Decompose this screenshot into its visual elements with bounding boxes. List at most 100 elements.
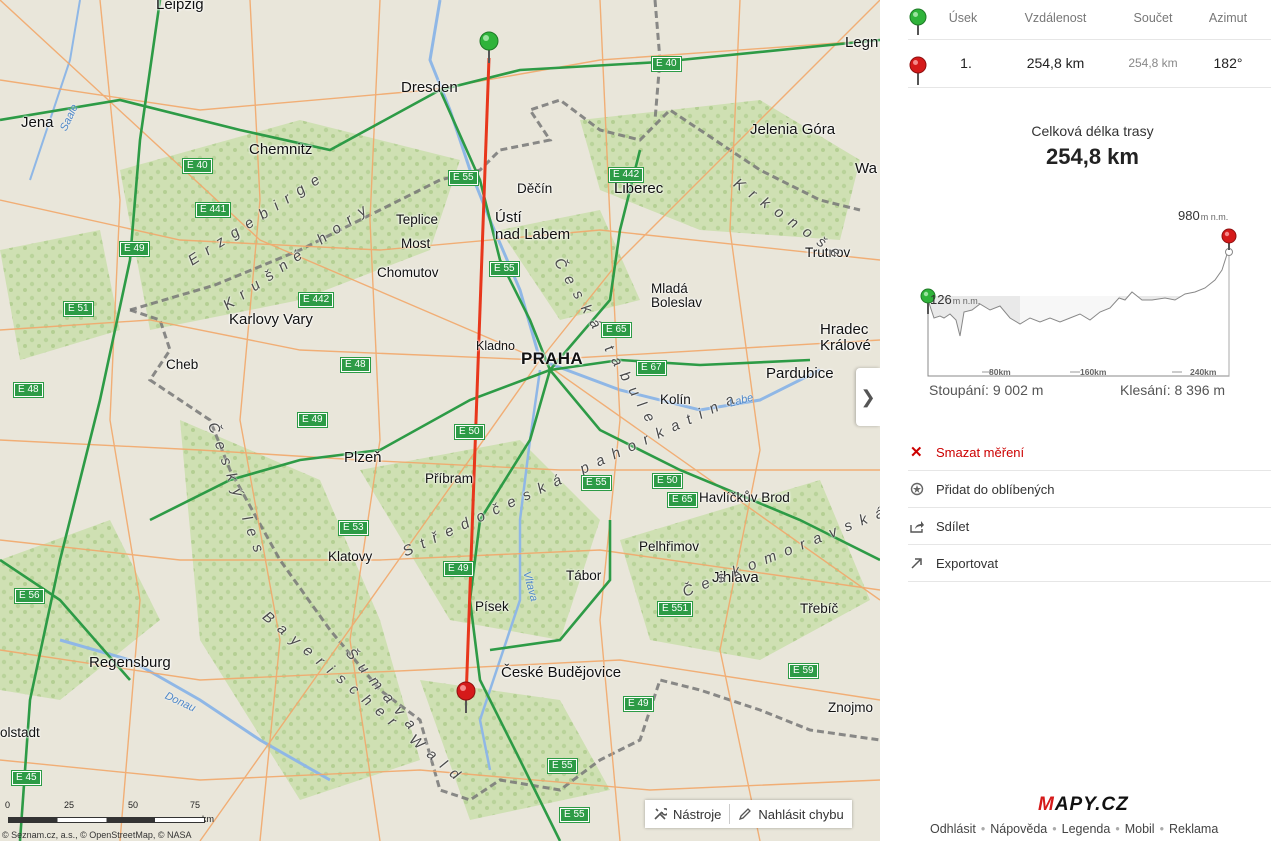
total-length-label: Celková délka trasy	[1031, 123, 1154, 139]
place-label: Most	[401, 236, 431, 251]
action-label: Smazat měření	[936, 444, 1025, 460]
place-label: Pelhřimov	[639, 539, 700, 554]
export-button[interactable]: Exportovat	[908, 545, 1271, 582]
place-label: Hradec	[820, 321, 869, 338]
road-shield: E 48	[13, 382, 44, 398]
scale-tick: 50	[128, 800, 139, 810]
tools-icon	[654, 808, 667, 820]
road-shield: E 55	[489, 261, 520, 277]
footer-link-logout[interactable]: Odhlásit	[930, 822, 976, 836]
road-shield: E 49	[443, 561, 474, 577]
place-label: Kolín	[660, 392, 691, 407]
place-label: Jelenia Góra	[750, 121, 836, 138]
elevation-profile-chart	[920, 228, 1237, 377]
place-label: Klatovy	[328, 549, 373, 564]
map-toolbar: Nástroje Nahlásit chybu	[645, 800, 852, 828]
road-shield: E 442	[607, 167, 645, 183]
share-icon	[908, 520, 936, 533]
descent-stat: Klesání: 8 396 m	[1120, 382, 1226, 398]
profile-max-unit: m n.m.	[1200, 212, 1229, 222]
footer-link-mobile[interactable]: Mobil	[1125, 822, 1155, 836]
place-label: Legn	[845, 34, 879, 51]
profile-tick: 80km	[989, 367, 1011, 377]
actions-list: ✕ Smazat měření Přidat do oblíbených Sdí…	[908, 434, 1271, 582]
map-canvas[interactable]: Leipzig Dresden Jena Chemnitz Legn Jelen…	[0, 0, 880, 841]
delete-measurement-button[interactable]: ✕ Smazat měření	[908, 434, 1271, 471]
place-label: Pardubice	[766, 365, 834, 382]
map-copyright: © Seznam.cz, a.s., © OpenStreetMap, © NA…	[2, 830, 192, 840]
road-shield: E 48	[340, 357, 371, 373]
measurement-panel: Úsek Vzdálenost Součet Azimut 1. 254,8 k…	[880, 0, 1271, 841]
place-label: Příbram	[425, 471, 474, 486]
column-azimuth: Azimut	[1208, 11, 1248, 25]
report-error-label: Nahlásit chybu	[758, 806, 844, 822]
place-label: Liberec	[614, 180, 664, 197]
road-shield: E 45	[11, 770, 42, 786]
place-label: České Budějovice	[501, 664, 622, 681]
segment-distance: 254,8 km	[1026, 55, 1085, 71]
footer-link-help[interactable]: Nápověda	[990, 822, 1047, 836]
scale-tick: 25	[64, 800, 75, 810]
segment-sum: 254,8 km	[1128, 56, 1178, 70]
road-shield: E 441	[194, 202, 232, 218]
profile-tick: 240km	[1190, 367, 1217, 377]
place-label: Chomutov	[377, 265, 439, 280]
place-label: Teplice	[396, 212, 439, 227]
action-label: Sdílet	[936, 518, 970, 534]
segment-row: 1. 254,8 km 254,8 km 182°	[908, 40, 1271, 88]
separator-dot: •	[1115, 822, 1120, 836]
mapy-cz-logo[interactable]: MAPY.CZ	[1038, 794, 1129, 816]
footer-links: Odhlásit • Nápověda • Legenda • Mobil • Reklama	[930, 822, 1218, 836]
start-pin-icon[interactable]	[477, 30, 501, 64]
footer-link-ads[interactable]: Reklama	[1169, 822, 1218, 836]
place-label: nad Labem	[495, 226, 571, 243]
tools-button[interactable]: Nástroje	[645, 800, 729, 828]
segment-azimuth: 182°	[1213, 55, 1243, 71]
road-shield: E 40	[651, 56, 682, 72]
end-pin-icon	[1221, 228, 1237, 250]
road-shield: E 53	[338, 520, 369, 536]
scale-bar	[8, 817, 205, 823]
road-shield: E 40	[182, 158, 213, 174]
separator-dot: •	[1052, 822, 1057, 836]
segment-index: 1.	[960, 55, 972, 71]
place-label: Tábor	[566, 568, 602, 583]
add-favorite-button[interactable]: Přidat do oblíbených	[908, 471, 1271, 508]
action-label: Přidat do oblíbených	[936, 481, 1055, 497]
place-label-capital: PRAHA	[521, 349, 583, 368]
place-label: Leipzig	[156, 0, 204, 13]
separator-dot: •	[980, 822, 986, 836]
scale-tick: 0	[5, 800, 11, 810]
place-label: Cheb	[166, 357, 199, 372]
report-error-button[interactable]: Nahlásit chybu	[730, 800, 851, 828]
scale-tick: 75	[190, 800, 201, 810]
expand-panel-button[interactable]: ❯	[856, 368, 880, 426]
road-shield: E 55	[448, 170, 479, 186]
road-shield: E 51	[63, 301, 94, 317]
place-label: Havlíčkův Brod	[699, 490, 790, 505]
close-icon: ✕	[910, 444, 923, 461]
profile-max-value: 980	[1178, 208, 1200, 223]
segments-header: Úsek Vzdálenost Součet Azimut	[908, 0, 1271, 40]
column-distance: Vzdálenost	[1024, 11, 1087, 25]
place-label: Boleslav	[651, 295, 703, 310]
place-label: Děčín	[517, 181, 553, 196]
share-button[interactable]: Sdílet	[908, 508, 1271, 545]
map-base	[0, 0, 880, 841]
road-shield: E 49	[623, 696, 654, 712]
footer-link-legend[interactable]: Legenda	[1062, 822, 1111, 836]
pencil-icon	[739, 808, 752, 821]
profile-min-value: 126	[930, 292, 952, 307]
road-shield: E 50	[454, 424, 485, 440]
end-pin-icon[interactable]	[454, 680, 478, 714]
place-label: Wa	[855, 160, 877, 177]
road-shield: E 49	[119, 241, 150, 257]
place-label: Znojmo	[828, 700, 874, 715]
road-shield: E 55	[547, 758, 578, 774]
road-shield: E 67	[636, 360, 667, 376]
place-label: olstadt	[0, 725, 40, 740]
place-label: Chemnitz	[249, 141, 313, 158]
place-label: Třebíč	[800, 601, 839, 616]
road-shield: E 65	[667, 492, 698, 508]
column-segment: Úsek	[948, 11, 978, 25]
